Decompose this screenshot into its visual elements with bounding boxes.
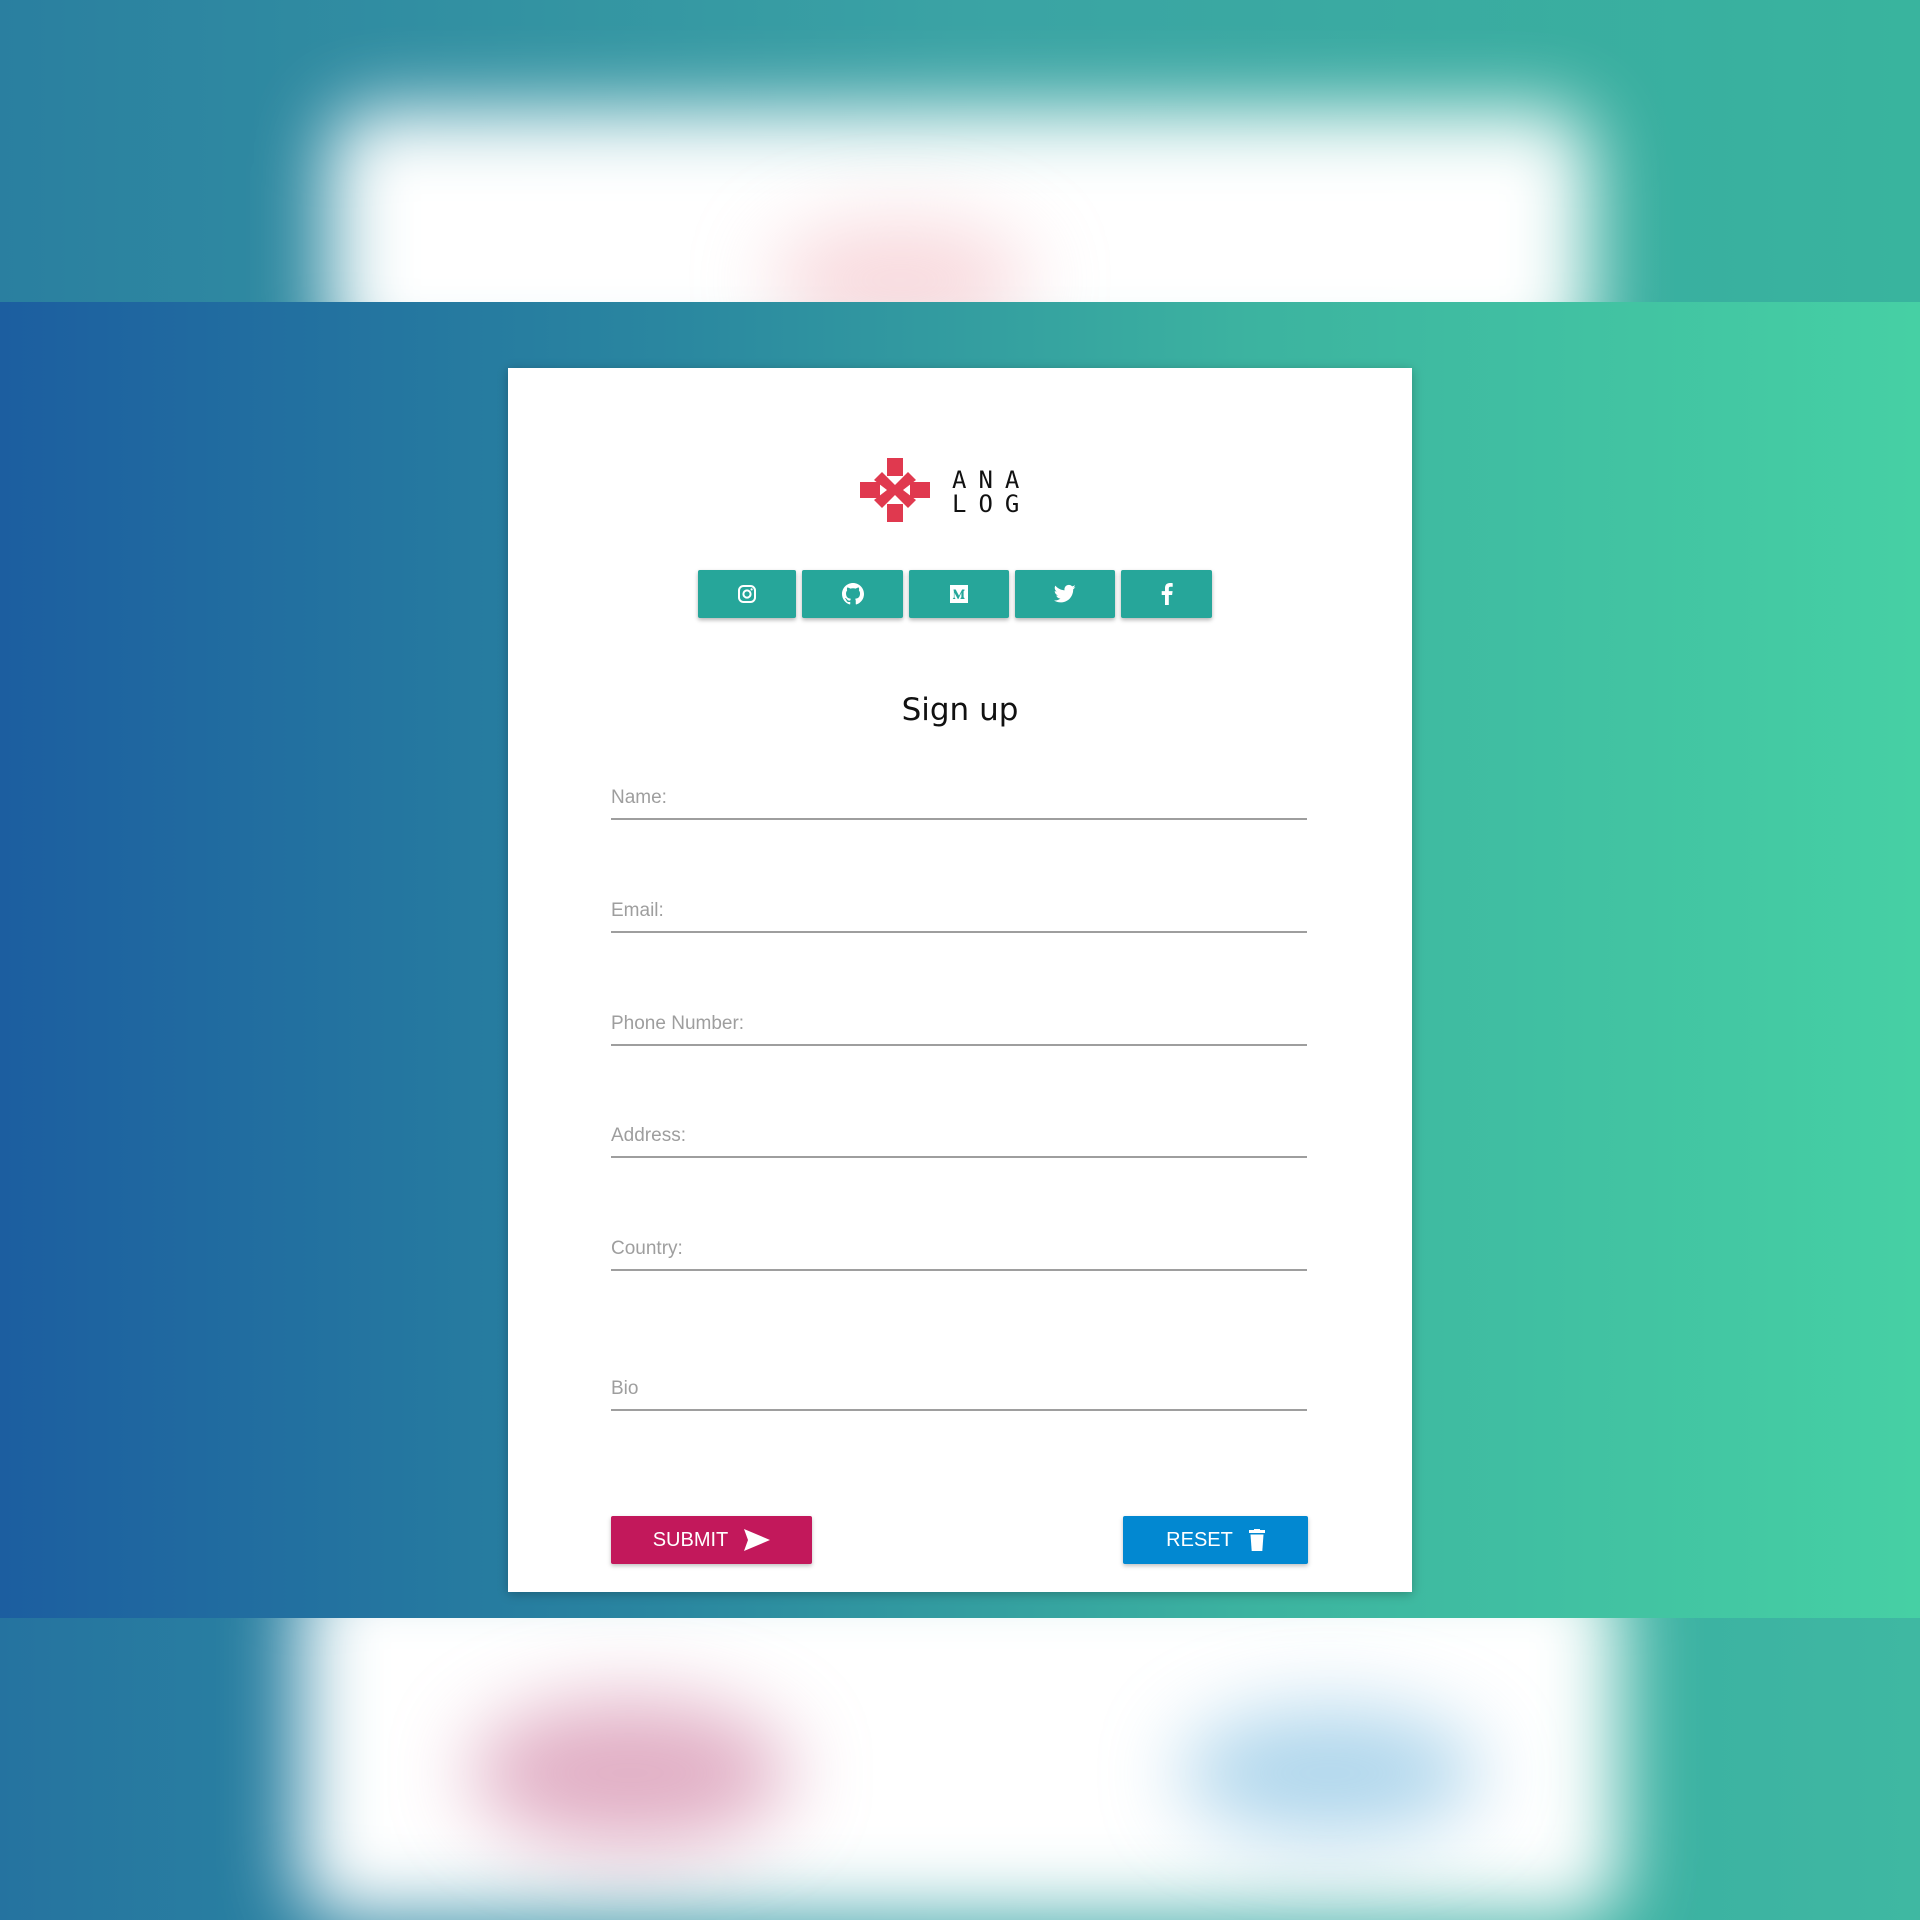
twitter-icon [1054,584,1076,603]
reset-label: RESET [1166,1528,1233,1551]
country-field [611,1229,1307,1271]
logo-line-1: ANA [952,466,1032,494]
medium-icon [950,585,968,603]
github-button[interactable] [802,570,903,618]
twitter-button[interactable] [1015,570,1115,618]
facebook-button[interactable] [1121,570,1212,618]
github-icon [841,583,864,605]
bio-input[interactable] [611,1369,1307,1409]
name-field [611,778,1307,820]
page-title: Sign up [901,692,1019,728]
instagram-button[interactable] [698,570,796,618]
address-field [611,1116,1307,1158]
phone-field [611,1004,1307,1046]
blurred-background-top [0,0,1920,302]
country-input[interactable] [611,1229,1307,1269]
signup-card: ANA LOG Sign up Name: Email: Phone Numbe… [508,368,1412,1592]
trash-icon [1248,1529,1265,1551]
facebook-icon [1161,583,1173,605]
blurred-background-bottom [0,1618,1920,1920]
page-background: ANA LOG Sign up Name: Email: Phone Numbe… [0,0,1920,1920]
submit-button[interactable]: SUBMIT [611,1516,812,1564]
medium-button[interactable] [909,570,1009,618]
reset-button[interactable]: RESET [1123,1516,1308,1564]
bio-field [611,1369,1307,1411]
email-input[interactable] [611,891,1307,931]
logo-cross-icon [860,458,930,522]
logo-wordmark: ANA LOG [952,468,1031,516]
blurred-reset-reflection [1180,1708,1480,1838]
address-input[interactable] [611,1116,1307,1156]
brand-logo: ANA LOG [860,458,1050,522]
instagram-icon [738,585,756,603]
name-input[interactable] [611,778,1307,818]
social-links [698,570,1212,618]
submit-label: SUBMIT [652,1528,729,1551]
send-icon [744,1529,771,1551]
blurred-submit-reflection [470,1698,790,1848]
email-field [611,891,1307,933]
logo-line-2: LOG [952,490,1032,518]
phone-input[interactable] [611,1004,1307,1044]
